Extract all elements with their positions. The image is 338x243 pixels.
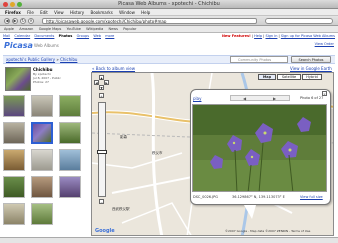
gbar-mail[interactable]: Mail xyxy=(3,33,10,40)
photo-thumbnail[interactable] xyxy=(3,122,25,144)
view-in-google-earth-link[interactable]: View in Google Earth xyxy=(290,66,332,71)
menu-bookmarks[interactable]: Bookmarks xyxy=(90,9,112,16)
reload-icon[interactable]: ↻ xyxy=(20,18,26,24)
bookmark-item[interactable]: Wikipedia xyxy=(86,26,103,33)
menu-bar: Firefox File Edit View History Bookmarks… xyxy=(0,9,338,16)
map-copyright: ©2007 Google - Map data ©2007 ZENRIN - T… xyxy=(225,229,311,233)
view-order-link[interactable]: View Order xyxy=(315,42,334,46)
close-bubble-icon[interactable]: × xyxy=(322,91,327,96)
pan-down-icon[interactable]: ▼ xyxy=(99,85,104,90)
menu-window[interactable]: Window xyxy=(119,9,135,16)
photo-thumbnail[interactable] xyxy=(3,176,25,198)
gbar-web[interactable]: Web xyxy=(93,33,101,40)
pan-right-icon[interactable]: ▶ xyxy=(104,80,109,85)
photo-thumbnail[interactable] xyxy=(3,149,25,171)
new-features-link[interactable]: New Features! xyxy=(222,34,251,38)
photo-thumbnail[interactable] xyxy=(31,176,53,198)
slideshow-play-link[interactable]: play xyxy=(193,96,201,101)
map-label: 影森 xyxy=(120,135,127,139)
photo-thumbnail-selected[interactable] xyxy=(31,122,53,144)
album-count: Photos: 27 xyxy=(33,80,49,84)
community-search-input[interactable]: Community Photos xyxy=(230,56,288,63)
breadcrumb: xpotechi's Public Gallery » Chichibu xyxy=(6,57,77,62)
photo-thumbnail[interactable] xyxy=(59,122,81,144)
gbar-groups[interactable]: Groups xyxy=(77,33,89,40)
picasa-logo-sub: Web Albums xyxy=(34,43,59,48)
menu-history[interactable]: History xyxy=(70,9,84,16)
photo-thumbnail[interactable] xyxy=(31,203,53,225)
menu-help[interactable]: Help xyxy=(141,9,150,16)
bubble-pointer xyxy=(244,205,256,219)
browser-status-bar xyxy=(0,237,338,243)
address-bar[interactable]: http://picasaweb.google.com/xpotechi/Chi… xyxy=(42,18,257,24)
bookmark-item[interactable]: YouTube xyxy=(67,26,81,33)
google-map-logo[interactable]: Google xyxy=(95,228,115,234)
account-links: New Features! | Help | Sign in | Sign up… xyxy=(222,34,335,38)
bookmarks-bar: Apple Amazon Google Maps YouTube Wikiped… xyxy=(0,26,338,33)
map-type-map-button[interactable]: Map xyxy=(258,74,276,80)
bookmark-item[interactable]: Google Maps xyxy=(39,26,62,33)
back-arrow-icon[interactable]: ◀ xyxy=(4,18,10,24)
help-link[interactable]: Help xyxy=(254,34,262,38)
bookmark-item[interactable]: Amazon xyxy=(19,26,33,33)
photo-thumbnail[interactable] xyxy=(31,95,53,117)
photo-nav-bar: ◀ ▶ xyxy=(230,95,290,101)
map-type-satellite-button[interactable]: Satellite xyxy=(277,74,301,80)
bookmark-item[interactable]: News xyxy=(109,26,118,33)
map-label: 秩父市 xyxy=(152,151,163,155)
menu-firefox[interactable]: Firefox xyxy=(5,9,21,16)
gbar-documents[interactable]: Documents xyxy=(34,33,54,40)
picasa-logo[interactable]: Picasa xyxy=(4,41,33,50)
next-photo-icon[interactable]: ▶ xyxy=(273,96,276,101)
forward-arrow-icon[interactable]: ▶ xyxy=(12,18,18,24)
breadcrumb-separator: » xyxy=(56,57,59,62)
bellflower-photo xyxy=(193,105,326,191)
photo-coordinates: 36.129867° N, 139.113073° E xyxy=(232,195,285,199)
previous-photo-icon[interactable]: ◀ xyxy=(243,96,246,101)
browser-search-field[interactable] xyxy=(265,18,333,24)
zoom-out-icon[interactable]: − xyxy=(99,199,104,204)
photo-thumbnail[interactable] xyxy=(31,149,53,171)
photo-filename: DSC_0026.JPG xyxy=(193,195,218,199)
photo-thumbnail[interactable] xyxy=(59,95,81,117)
bookmark-item[interactable]: Apple xyxy=(4,26,14,33)
album-cover-thumbnail[interactable] xyxy=(5,67,31,91)
map-label: 西武秩父駅 xyxy=(112,207,130,211)
sign-in-link[interactable]: Sign in xyxy=(265,34,277,38)
gbar-photos: Photos xyxy=(58,34,73,38)
search-photos-button[interactable]: Search Photos xyxy=(291,56,331,63)
photo-thumbnail[interactable] xyxy=(59,176,81,198)
album-info: By xpotechi Jul 8, 2007 - Public Photos:… xyxy=(33,72,61,84)
gbar-calendar[interactable]: Calendar xyxy=(14,33,30,40)
map-type-hybrid-button[interactable]: Hybrid xyxy=(302,74,322,80)
menu-edit[interactable]: Edit xyxy=(40,9,48,16)
back-to-album-link[interactable]: « Back to album view xyxy=(92,66,135,71)
photo-counter: Photo 6 of 27 xyxy=(300,96,324,100)
photo-thumbnail[interactable] xyxy=(3,95,25,117)
menu-view[interactable]: View xyxy=(54,9,64,16)
bookmark-item[interactable]: Popular xyxy=(123,26,136,33)
zoom-slider-handle[interactable] xyxy=(97,150,107,154)
breadcrumb-gallery[interactable]: xpotechi's Public Gallery xyxy=(6,57,55,62)
gbar-more[interactable]: more xyxy=(105,33,114,40)
zoom-in-icon[interactable]: + xyxy=(99,93,104,98)
photo-thumbnail[interactable] xyxy=(59,149,81,171)
photo-thumbnail[interactable] xyxy=(3,203,25,225)
bubble-photo[interactable] xyxy=(192,104,327,192)
window-title: Picasa Web Albums - xpotechi - Chichibu xyxy=(118,1,220,7)
sign-up-link[interactable]: Sign up for Picasa Web Albums xyxy=(281,34,335,38)
menu-file[interactable]: File xyxy=(27,9,34,16)
stop-icon[interactable]: ✕ xyxy=(28,18,34,24)
breadcrumb-album[interactable]: Chichibu xyxy=(60,57,77,62)
view-full-size-link[interactable]: View full size xyxy=(300,195,323,199)
